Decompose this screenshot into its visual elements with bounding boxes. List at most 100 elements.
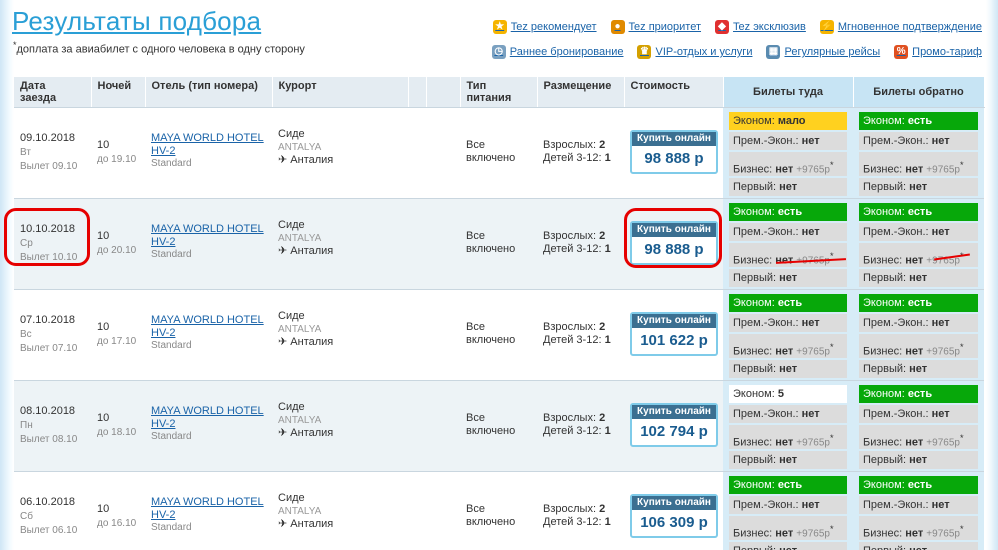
ticket-class[interactable]: Эконом: есть [729,203,847,221]
resort-region: ANTALYA [278,142,322,153]
buy-online-button[interactable]: Купить онлайн [632,405,716,419]
price-amount[interactable]: 102 794 р [632,419,716,445]
ticket-class[interactable]: Прем.-Экон.: нет [729,223,847,241]
hotel-link[interactable]: MAYA WORLD HOTEL HV-2 [151,405,266,431]
ticket-class[interactable]: Бизнес: нет +9765р* [859,152,978,176]
buy-online-button[interactable]: Купить онлайн [632,314,716,328]
ticket-class-label: Первый: [863,181,907,193]
ticket-class[interactable]: Эконом: есть [859,112,978,130]
ticket-class[interactable]: Первый: нет [859,542,978,550]
ticket-class[interactable]: Первый: нет [859,269,978,287]
col-resort[interactable]: Курорт [272,77,409,108]
price-amount[interactable]: 98 888 р [632,146,716,172]
surcharge-star: * [959,160,964,170]
ticket-class-label: Прем.-Экон.: [863,317,929,329]
ticket-class[interactable]: Прем.-Экон.: нет [859,496,978,514]
legend-item-0[interactable]: ★ Tez рекомендует [492,20,597,34]
col-nights[interactable]: Ночей [91,77,146,108]
ticket-class-value: есть [777,206,803,218]
children-count: 1 [604,425,611,437]
ticket-class[interactable]: Эконом: есть [859,294,978,312]
ticket-class-label: Эконом: [733,115,775,127]
hotel-link[interactable]: MAYA WORLD HOTEL HV-2 [151,223,266,249]
ticket-class[interactable]: Первый: нет [729,542,847,550]
ticket-class[interactable]: Первый: нет [729,269,847,287]
col-food[interactable]: Тип питания [460,77,538,108]
ticket-class-label: Бизнес: [863,163,903,176]
ticket-class[interactable]: Прем.-Экон.: нет [729,405,847,423]
buy-online-button[interactable]: Купить онлайн [632,496,716,510]
legend-item-5[interactable]: ♛ VIP-отдых и услуги [637,45,752,59]
ticket-class-value: есть [907,297,933,309]
ticket-class[interactable]: Первый: нет [729,178,847,196]
cell-tickets-to: Эконом: мало Прем.-Экон.: нет Бизнес: нет … [723,107,853,199]
col-placement[interactable]: Размещение [537,77,625,108]
ticket-class[interactable]: Первый: нет [859,451,978,469]
legend-item-3[interactable]: ⚡ Мгновенное подтверждение [819,20,982,34]
ticket-class[interactable]: Прем.-Экон.: нет [859,223,978,241]
ticket-class-value: 5 [777,388,784,400]
ticket-class[interactable]: Бизнес: нет +9765р* [859,425,978,449]
flight-date: Вылет 08.10 [20,434,78,445]
ticket-class[interactable]: Первый: нет [729,360,847,378]
resort-name: Сиде [278,401,305,413]
legend-item-6[interactable]: ▦ Регулярные рейсы [766,45,880,59]
surcharge-star: * [959,524,964,534]
ticket-class-value: нет [779,272,798,284]
ticket-class[interactable]: Бизнес: нет +9765р* [729,152,847,176]
ticket-class[interactable]: Первый: нет [729,451,847,469]
ticket-class[interactable]: Первый: нет [859,360,978,378]
ticket-class[interactable]: Эконом: 5 [729,385,847,403]
hotel-link[interactable]: MAYA WORLD HOTEL HV-2 [151,132,266,158]
ticket-class[interactable]: Прем.-Экон.: нет [859,405,978,423]
cell-placement: Взрослых: 2 Детей 3-12: 1 [537,289,624,381]
ticket-class-label: Первый: [863,272,907,284]
hotel-link[interactable]: MAYA WORLD HOTEL HV-2 [151,496,266,522]
price-box[interactable]: Купить онлайн 101 622 р [630,312,718,356]
legend-label: Мгновенное подтверждение [837,21,982,33]
ticket-class[interactable]: Прем.-Экон.: нет [729,496,847,514]
legend-item-4[interactable]: ◷ Раннее бронирование [491,45,623,59]
price-amount[interactable]: 106 309 р [632,510,716,536]
ticket-class[interactable]: Бизнес: нет +9765р* [729,516,847,540]
ticket-class-value: нет [801,135,820,147]
price-box[interactable]: Купить онлайн 98 888 р [630,130,718,174]
hotel-link[interactable]: MAYA WORLD HOTEL HV-2 [151,314,266,340]
ticket-class[interactable]: Эконом: есть [729,476,847,494]
ticket-class[interactable]: Бизнес: нет +9765р* [729,243,847,267]
price-box[interactable]: Купить онлайн 106 309 р [630,494,718,538]
cell-empty-2 [426,471,460,550]
ticket-class[interactable]: Эконом: есть [859,203,978,221]
ticket-class[interactable]: Эконом: есть [859,476,978,494]
buy-online-button[interactable]: Купить онлайн [632,132,716,146]
table-row: 07.10.2018 Вс Вылет 07.10 10 до 17.10 MA… [14,289,984,381]
ticket-class-value: есть [907,479,933,491]
ticket-class[interactable]: Эконом: есть [729,294,847,312]
legend-item-7[interactable]: % Промо-тариф [894,45,982,59]
ticket-surcharge: +9765р [926,437,960,449]
ticket-class[interactable]: Бизнес: нет +9765р* [729,425,847,449]
ticket-class[interactable]: Бизнес: нет +9765р* [859,334,978,358]
ticket-class-value: нет [779,545,797,550]
col-hotel[interactable]: Отель (тип номера) [145,77,273,108]
ticket-class[interactable]: Бизнес: нет +9765р* [729,334,847,358]
legend-item-2[interactable]: ◆ Tez эксклюзив [715,20,806,34]
ticket-class[interactable]: Первый: нет [859,178,978,196]
children-label: Детей 3-12: [543,516,602,528]
ticket-class-label: Бизнес: [733,436,773,449]
ticket-class[interactable]: Эконом: мало [729,112,847,130]
col-date[interactable]: Дата заезда [14,77,92,108]
ticket-class[interactable]: Прем.-Экон.: нет [729,132,847,150]
cell-placement: Взрослых: 2 Детей 3-12: 1 [537,107,624,199]
price-box[interactable]: Купить онлайн 102 794 р [630,403,718,447]
legend-item-1[interactable]: ● Tez приоритет [610,20,701,34]
col-price[interactable]: Стоимость [624,77,724,108]
ticket-class[interactable]: Прем.-Экон.: нет [729,314,847,332]
cell-hotel: MAYA WORLD HOTEL HV-2 Standard [145,107,272,199]
ticket-class[interactable]: Прем.-Экон.: нет [859,132,978,150]
ticket-class[interactable]: Бизнес: нет +9765р* [859,516,978,540]
cell-hotel: MAYA WORLD HOTEL HV-2 Standard [145,380,272,472]
price-amount[interactable]: 101 622 р [632,328,716,354]
ticket-class[interactable]: Эконом: есть [859,385,978,403]
ticket-class[interactable]: Прем.-Экон.: нет [859,314,978,332]
